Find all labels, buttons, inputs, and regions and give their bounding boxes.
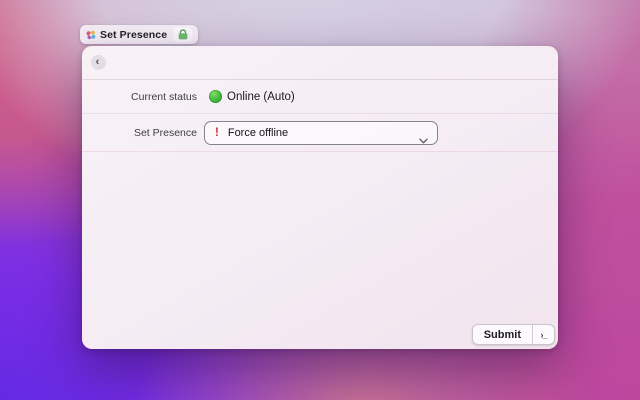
warning-icon: ! (215, 126, 219, 139)
presence-select[interactable]: ! Force offline (204, 120, 438, 145)
lock-icon[interactable] (173, 27, 193, 42)
online-status-text: Online (Auto) (227, 90, 295, 103)
terminal-run-button[interactable]: ›_ (533, 325, 554, 344)
set-presence-tab[interactable]: Set Presence (80, 25, 199, 44)
online-status-dot (209, 90, 222, 103)
submit-button-group: Submit ›_ (471, 324, 555, 345)
chevron-left-icon: ‹ (95, 55, 100, 68)
set-presence-row: Set Presence ! Force offline (82, 114, 558, 152)
current-status-value: Online (Auto) (209, 90, 295, 103)
flower-icon (86, 30, 96, 40)
presence-selected-option: Force offline (227, 126, 289, 139)
tab-title: Set Presence (100, 28, 168, 41)
terminal-prompt-icon: ›_ (540, 329, 547, 340)
current-status-label: Current status (131, 90, 197, 103)
submit-button[interactable]: Submit (473, 325, 532, 344)
window-header: ‹ (82, 46, 558, 80)
current-status-row: Current status Online (Auto) (82, 80, 558, 114)
chevron-down-icon (419, 131, 428, 149)
set-presence-label: Set Presence (133, 126, 197, 139)
back-button[interactable]: ‹ (91, 55, 106, 70)
set-presence-window: ‹ Current status Online (Auto) Set Prese… (82, 46, 558, 349)
